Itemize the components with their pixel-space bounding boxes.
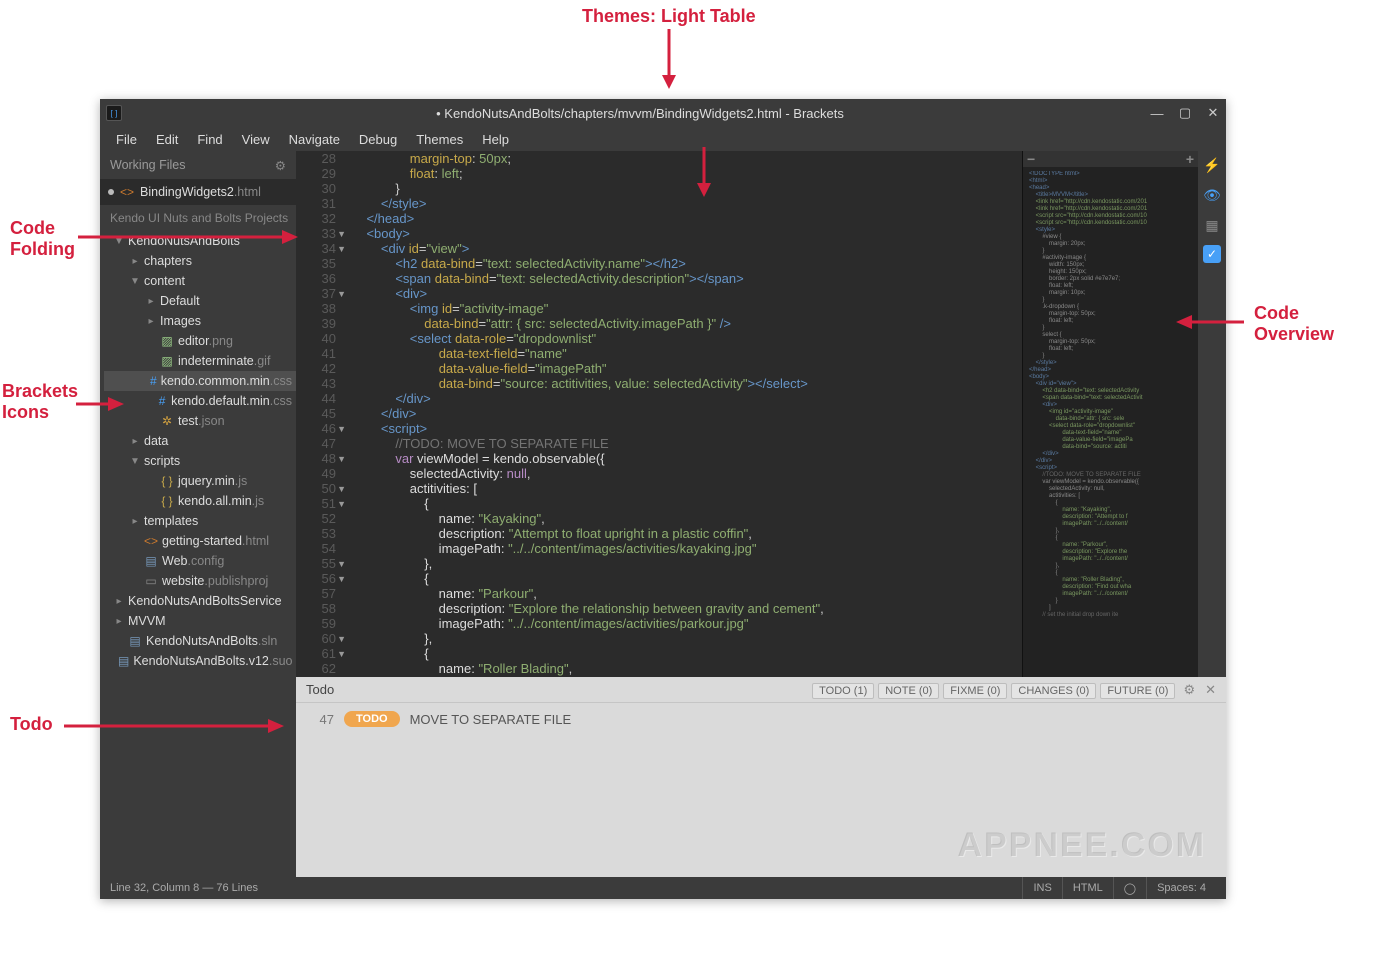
watermark: APPNEE.COM: [957, 826, 1206, 865]
file-tree: ▼KendoNutsAndBolts▸chapters▼content▸Defa…: [100, 231, 296, 877]
menu-file[interactable]: File: [108, 130, 145, 149]
txt-icon: ▤: [128, 634, 142, 648]
live-preview-icon[interactable]: ⚡: [1202, 155, 1222, 175]
folder-data[interactable]: ▸data: [104, 431, 296, 451]
file-jquery.min[interactable]: { }jquery.min.js: [104, 471, 296, 491]
html-icon: <>: [144, 534, 158, 548]
extension-manager-icon[interactable]: ▦: [1202, 215, 1222, 235]
menu-help[interactable]: Help: [474, 130, 517, 149]
brackets-window: [ ] • KendoNutsAndBolts/chapters/mvvm/Bi…: [100, 99, 1226, 899]
close-button[interactable]: ✕: [1206, 106, 1220, 120]
file-kendo.all.min[interactable]: { }kendo.all.min.js: [104, 491, 296, 511]
todo-message: MOVE TO SEPARATE FILE: [410, 712, 572, 727]
insert-mode[interactable]: INS: [1022, 877, 1061, 899]
file-web[interactable]: ▤Web.config: [104, 551, 296, 571]
overview-minus-icon[interactable]: −: [1027, 156, 1035, 163]
folder-chapters[interactable]: ▸chapters: [104, 251, 296, 271]
menu-view[interactable]: View: [234, 130, 278, 149]
menubar: FileEditFindViewNavigateDebugThemesHelp: [100, 127, 1226, 151]
code-overview[interactable]: − + <!DOCTYPE html><html><head> <title>M…: [1022, 151, 1198, 677]
todo-badge: TODO: [344, 711, 400, 727]
json-icon: ✲: [160, 414, 174, 428]
cursor-position: Line 32, Column 8 — 76 Lines: [110, 882, 258, 894]
js-icon: { }: [160, 494, 174, 508]
todo-filter-future[interactable]: FUTURE (0): [1100, 683, 1175, 699]
annotation-todo: Todo: [10, 714, 53, 735]
working-file[interactable]: <> BindingWidgets2.html: [100, 179, 296, 205]
menu-navigate[interactable]: Navigate: [281, 130, 348, 149]
folder-templates[interactable]: ▸templates: [104, 511, 296, 531]
file-icon: ▭: [144, 574, 158, 588]
minimize-button[interactable]: —: [1150, 106, 1164, 120]
titlebar: [ ] • KendoNutsAndBolts/chapters/mvvm/Bi…: [100, 99, 1226, 127]
txt-icon: ▤: [144, 554, 158, 568]
code-content[interactable]: margin-top: 50px; float: left; } </style…: [352, 151, 1022, 677]
annotation-code-folding: CodeFolding: [10, 218, 75, 260]
todo-item[interactable]: 47 TODO MOVE TO SEPARATE FILE: [310, 711, 1212, 727]
language-mode[interactable]: HTML: [1062, 877, 1113, 899]
html-icon: <>: [120, 185, 134, 199]
line-gutter[interactable]: 282930313233▼34▼353637▼38394041424344454…: [296, 151, 342, 677]
file-getting-started[interactable]: <>getting-started.html: [104, 531, 296, 551]
menu-debug[interactable]: Debug: [351, 130, 405, 149]
statusbar: Line 32, Column 8 — 76 Lines INS HTML ◯ …: [100, 877, 1226, 899]
todo-settings-icon[interactable]: ⚙: [1183, 682, 1195, 698]
todo-check-icon[interactable]: ✓: [1203, 245, 1221, 263]
working-files-label: Working Files: [110, 158, 185, 172]
modified-dot-icon: [108, 189, 114, 195]
file-kendo.default.min[interactable]: #kendo.default.min.css: [104, 391, 296, 411]
menu-find[interactable]: Find: [189, 130, 230, 149]
img-icon: ▨: [160, 354, 174, 368]
folder-mvvm[interactable]: ▸MVVM: [104, 611, 296, 631]
file-kendonutsandbolts[interactable]: ▤KendoNutsAndBolts.sln: [104, 631, 296, 651]
file-test[interactable]: ✲test.json: [104, 411, 296, 431]
todo-filter-note[interactable]: NOTE (0): [878, 683, 939, 699]
folder-kendonutsandboltsservice[interactable]: ▸KendoNutsAndBoltsService: [104, 591, 296, 611]
todo-line-number: 47: [310, 712, 334, 727]
menu-edit[interactable]: Edit: [148, 130, 186, 149]
overview-plus-icon[interactable]: +: [1186, 156, 1194, 163]
img-icon: ▨: [160, 334, 174, 348]
sidebar: Working Files ⚙ <> BindingWidgets2.html …: [100, 151, 296, 877]
folder-content[interactable]: ▼content: [104, 271, 296, 291]
folder-images[interactable]: ▸Images: [104, 311, 296, 331]
menu-themes[interactable]: Themes: [408, 130, 471, 149]
working-files-header: Working Files ⚙: [100, 151, 296, 179]
file-kendonutsandbolts.v12[interactable]: ▤KendoNutsAndBolts.v12.suo: [104, 651, 296, 671]
todo-title: Todo: [306, 682, 334, 697]
todo-filter-fixme[interactable]: FIXME (0): [943, 683, 1007, 699]
css-icon: #: [157, 394, 167, 408]
css-icon: #: [150, 374, 157, 388]
folder-scripts[interactable]: ▼scripts: [104, 451, 296, 471]
file-indeterminate[interactable]: ▨indeterminate.gif: [104, 351, 296, 371]
status-circle-icon[interactable]: ◯: [1113, 877, 1146, 899]
indent-mode[interactable]: Spaces: 4: [1146, 877, 1216, 899]
file-editor[interactable]: ▨editor.png: [104, 331, 296, 351]
extension-toolbar: ⚡ 👁 ▦ ✓: [1198, 151, 1226, 677]
todo-panel: Todo TODO (1)NOTE (0)FIXME (0)CHANGES (0…: [296, 677, 1226, 877]
code-editor[interactable]: 282930313233▼34▼353637▼38394041424344454…: [296, 151, 1022, 677]
eye-icon[interactable]: 👁: [1202, 185, 1222, 205]
maximize-button[interactable]: ▢: [1178, 106, 1192, 120]
txt-icon: ▤: [118, 654, 129, 668]
gear-icon[interactable]: ⚙: [275, 158, 286, 173]
todo-filter-changes[interactable]: CHANGES (0): [1011, 683, 1096, 699]
file-kendo.common.min[interactable]: #kendo.common.min.css: [104, 371, 296, 391]
todo-close-icon[interactable]: ✕: [1205, 682, 1216, 698]
working-file-ext: .html: [234, 185, 261, 199]
working-file-name: BindingWidgets2: [140, 185, 234, 199]
annotation-brackets-icons: BracketsIcons: [2, 381, 78, 423]
app-icon: [ ]: [106, 105, 122, 121]
annotation-themes: Themes: Light Table: [582, 6, 756, 27]
window-title: • KendoNutsAndBolts/chapters/mvvm/Bindin…: [130, 106, 1150, 121]
folder-default[interactable]: ▸Default: [104, 291, 296, 311]
file-website[interactable]: ▭website.publishproj: [104, 571, 296, 591]
js-icon: { }: [160, 474, 174, 488]
todo-filter-todo[interactable]: TODO (1): [812, 683, 874, 699]
annotation-code-overview: CodeOverview: [1254, 303, 1334, 345]
